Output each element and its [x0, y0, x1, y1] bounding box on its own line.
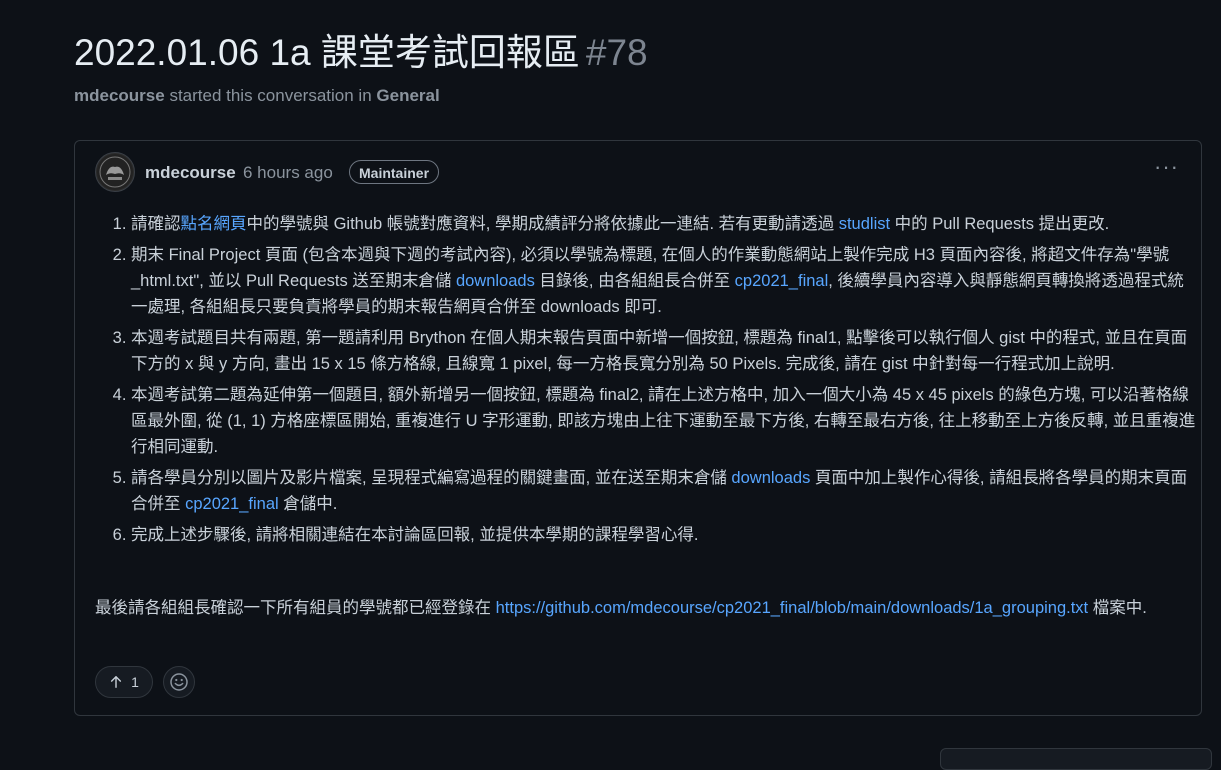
add-reaction-button[interactable]: [163, 666, 195, 698]
cp2021-final-link[interactable]: cp2021_final: [735, 272, 829, 290]
list-item: 請確認點名網頁中的學號與 Github 帳號對應資料, 學期成績評分將依據此一連…: [131, 211, 1197, 237]
partial-toolbar: [940, 748, 1212, 770]
smiley-icon: [170, 673, 188, 691]
post-footer-paragraph: 最後請各組組長確認一下所有組員的學號都已經登錄在 https://github.…: [95, 595, 1185, 621]
maintainer-badge: Maintainer: [349, 160, 440, 184]
cp2021-final-link[interactable]: cp2021_final: [185, 495, 279, 513]
avatar[interactable]: [95, 152, 135, 192]
discussion-number: #78: [585, 32, 648, 73]
list-item: 請各學員分別以圖片及影片檔案, 呈現程式編寫過程的關鍵畫面, 並在送至期末倉儲 …: [131, 465, 1197, 517]
item-text: 請確認: [131, 215, 181, 233]
item-text: 中的 Pull Requests 提出更改.: [890, 215, 1110, 233]
meta-author-link[interactable]: mdecourse: [74, 86, 165, 105]
list-item: 期末 Final Project 頁面 (包含本週與下週的考試內容), 必須以學…: [131, 242, 1197, 320]
post-body-list: 請確認點名網頁中的學號與 Github 帳號對應資料, 學期成績評分將依據此一連…: [111, 211, 1197, 553]
item-text: 本週考試題目共有兩題, 第一題請利用 Brython 在個人期末報告頁面中新增一…: [131, 329, 1188, 373]
grouping-file-link[interactable]: https://github.com/mdecourse/cp2021_fina…: [496, 599, 1089, 617]
item-text: 中的學號與 Github 帳號對應資料, 學期成績評分將依據此一連結. 若有更動…: [246, 215, 839, 233]
arrow-up-icon: [111, 676, 122, 688]
meta-category-link[interactable]: General: [376, 86, 439, 105]
item-text: 本週考試第二題為延伸第一個題目, 額外新增另一個按鈕, 標題為 final2, …: [131, 386, 1196, 456]
upvote-button[interactable]: 1: [95, 666, 153, 698]
studlist-link[interactable]: studlist: [839, 215, 890, 233]
downloads-link[interactable]: downloads: [731, 469, 810, 487]
discussion-meta: mdecourse started this conversation in G…: [74, 86, 440, 106]
item-text: 完成上述步驟後, 請將相關連結在本討論區回報, 並提供本學期的課程學習心得.: [131, 526, 699, 544]
avatar-image: [97, 154, 133, 190]
post-author[interactable]: mdecourse: [145, 163, 236, 183]
kebab-menu-icon[interactable]: ···: [1154, 154, 1179, 180]
item-text: 目錄後, 由各組組長合併至: [534, 272, 735, 290]
footer-text: 最後請各組組長確認一下所有組員的學號都已經登錄在: [95, 599, 496, 617]
discussion-post-card: mdecourse 6 hours ago Maintainer ··· 請確認…: [74, 140, 1202, 716]
list-item: 本週考試題目共有兩題, 第一題請利用 Brython 在個人期末報告頁面中新增一…: [131, 325, 1197, 377]
item-text: 倉儲中.: [278, 495, 338, 513]
post-timestamp[interactable]: 6 hours ago: [243, 163, 333, 183]
roll-call-link[interactable]: 點名網頁: [181, 215, 247, 233]
list-item: 完成上述步驟後, 請將相關連結在本討論區回報, 並提供本學期的課程學習心得.: [131, 522, 1197, 548]
discussion-title: 2022.01.06 1a 課堂考試回報區 #78: [74, 22, 648, 76]
upvote-count: 1: [131, 674, 139, 690]
list-item: 本週考試第二題為延伸第一個題目, 額外新增另一個按鈕, 標題為 final2, …: [131, 382, 1197, 460]
meta-started-text: started this conversation in: [169, 86, 372, 105]
title-text: 2022.01.06 1a 課堂考試回報區: [74, 32, 580, 73]
footer-text: 檔案中.: [1088, 599, 1147, 617]
downloads-link[interactable]: downloads: [456, 272, 535, 290]
item-text: 請各學員分別以圖片及影片檔案, 呈現程式編寫過程的關鍵畫面, 並在送至期末倉儲: [131, 469, 732, 487]
